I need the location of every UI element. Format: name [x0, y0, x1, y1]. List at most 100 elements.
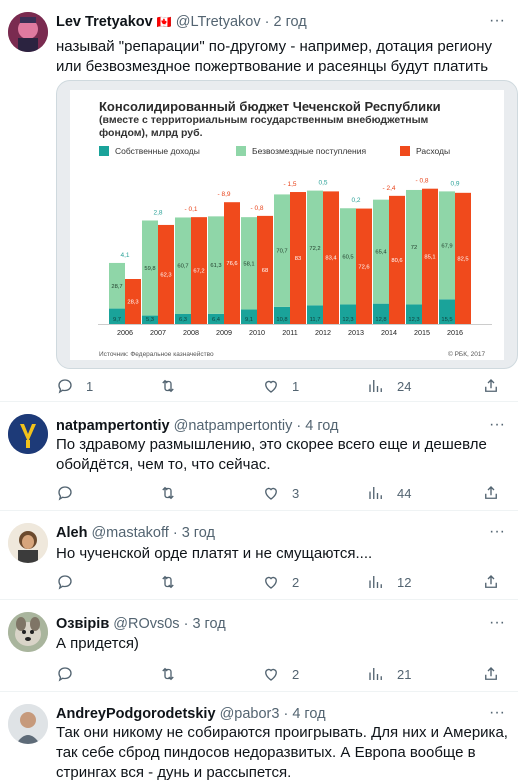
reply-icon	[58, 575, 72, 590]
share-icon	[485, 575, 497, 588]
author-name[interactable]: Озвірів	[56, 616, 109, 632]
label-balance-2008: - 0,1	[184, 206, 197, 213]
chart-panel: Консолидированный бюджет Чеченской Респу…	[70, 90, 504, 360]
label-balance-2010: - 0,8	[250, 205, 263, 212]
reply-icon	[58, 379, 72, 394]
retweet-button[interactable]	[159, 483, 189, 503]
label-balance-2011: - 1,5	[283, 181, 296, 188]
reply-icon	[58, 486, 72, 501]
views-count: 44	[397, 485, 412, 501]
reply-button[interactable]	[56, 483, 86, 503]
tweet-actions: 1 1 24	[56, 376, 511, 396]
author-name[interactable]: AndreyPodgorodetskiy	[56, 706, 216, 722]
tweet-2: natpampertontiy @natpampertontiy · 4 год…	[0, 402, 518, 511]
label-own-2007: 5,3	[146, 317, 154, 323]
label-grant-2007: 59,8	[144, 266, 155, 272]
author-handle[interactable]: @mastakoff	[91, 525, 168, 541]
share-icon	[485, 667, 497, 680]
tweet-4: Озвірів @ROvs0s · 3 год ··· А придется) …	[0, 600, 518, 692]
label-expense-2009: 76,6	[226, 261, 237, 267]
like-button[interactable]: 1	[262, 376, 299, 396]
retweet-icon	[162, 379, 174, 393]
label-grant-2009: 61,3	[210, 263, 221, 269]
timestamp[interactable]: 3 год	[192, 616, 225, 632]
share-icon	[485, 379, 497, 392]
reply-icon	[58, 667, 72, 682]
share-button[interactable]	[482, 664, 500, 684]
more-options-icon[interactable]: ···	[488, 524, 506, 545]
like-count: 2	[292, 666, 300, 682]
timestamp[interactable]: 4 год	[292, 706, 325, 722]
reply-button[interactable]: 1	[56, 376, 93, 396]
label-expense-2006: 28,3	[127, 300, 138, 306]
views-button[interactable]: 21	[367, 664, 411, 684]
share-button[interactable]	[482, 376, 500, 396]
author-handle[interactable]: @ROvs0s	[113, 616, 179, 632]
like-button[interactable]: 3	[262, 483, 299, 503]
label-own-2006: 9,7	[113, 317, 121, 323]
views-button[interactable]: 12	[367, 572, 411, 592]
label-expense-2012: 83,4	[325, 256, 337, 262]
share-button[interactable]	[482, 483, 500, 503]
tweet-header: AndreyPodgorodetskiy @pabor3 · 4 год	[56, 706, 326, 722]
label-own-2014: 12,8	[375, 317, 386, 323]
avatar[interactable]	[8, 612, 48, 652]
author-name[interactable]: Lev Tretyakov	[56, 14, 153, 30]
avatar[interactable]	[8, 523, 48, 563]
heart-icon	[265, 380, 277, 393]
retweet-icon	[162, 575, 174, 589]
avatar[interactable]	[8, 704, 48, 744]
label-expense-2013: 72,6	[358, 264, 369, 270]
retweet-button[interactable]	[159, 664, 189, 684]
author-handle[interactable]: @natpampertontiy	[174, 418, 293, 434]
author-name[interactable]: Aleh	[56, 525, 87, 541]
label-grant-2011: 70,7	[276, 249, 287, 255]
tweet-actions: 2 21	[56, 664, 511, 684]
label-balance-2012: 0,5	[318, 180, 327, 187]
author-handle[interactable]: @pabor3	[220, 706, 280, 722]
avatar[interactable]	[8, 414, 48, 454]
reply-button[interactable]	[56, 664, 86, 684]
label-grant-2016: 67,9	[441, 243, 452, 249]
timestamp[interactable]: 2 год	[273, 14, 306, 30]
tick-2011: 2011	[282, 328, 297, 337]
avatar[interactable]	[8, 12, 48, 52]
author-name[interactable]: natpampertontiy	[56, 418, 170, 434]
retweet-button[interactable]	[159, 376, 189, 396]
timestamp[interactable]: 3 год	[182, 525, 215, 541]
more-options-icon[interactable]: ···	[488, 13, 506, 34]
share-button[interactable]	[482, 572, 500, 592]
like-button[interactable]: 2	[262, 664, 299, 684]
label-own-2008: 6,3	[179, 317, 187, 323]
label-balance-2014: - 2,4	[382, 185, 395, 192]
label-grant-2015: 72	[411, 245, 417, 251]
separator-dot: ·	[296, 418, 302, 434]
chart-image[interactable]: Консолидированный бюджет Чеченской Респу…	[56, 80, 518, 369]
tweet-actions: 2 12	[56, 572, 511, 592]
views-button[interactable]: 44	[367, 483, 411, 503]
views-icon	[369, 576, 382, 588]
like-button[interactable]: 2	[262, 572, 299, 592]
tick-2013: 2013	[348, 328, 364, 337]
separator-dot: ·	[283, 706, 289, 722]
author-handle[interactable]: @LTretyakov	[176, 14, 261, 30]
label-balance-2015: - 0,8	[415, 178, 428, 185]
label-grant-2013: 60,5	[342, 254, 353, 260]
views-count: 21	[397, 666, 412, 682]
like-count: 2	[292, 574, 300, 590]
heart-icon	[265, 487, 277, 500]
tweet-3: Aleh @mastakoff · 3 год ··· Но чученской…	[0, 511, 518, 600]
chart-credit: © РБК, 2017	[448, 351, 486, 358]
label-own-2013: 12,3	[342, 317, 353, 323]
tweet-actions: 3 44	[56, 483, 511, 503]
tweet-header: Lev Tretyakov 🇨🇦 @LTretyakov · 2 год	[56, 14, 307, 30]
retweet-button[interactable]	[159, 572, 189, 592]
tweet-text: называй "репарации" по-другому - наприме…	[56, 38, 493, 75]
views-count: 24	[397, 378, 412, 394]
label-expense-2014: 80,6	[391, 258, 402, 264]
label-balance-2007: 2,8	[153, 209, 162, 216]
timestamp[interactable]: 4 год	[305, 418, 338, 434]
label-grant-2010: 58,1	[243, 261, 254, 267]
views-button[interactable]: 24	[367, 376, 411, 396]
reply-button[interactable]	[56, 572, 86, 592]
